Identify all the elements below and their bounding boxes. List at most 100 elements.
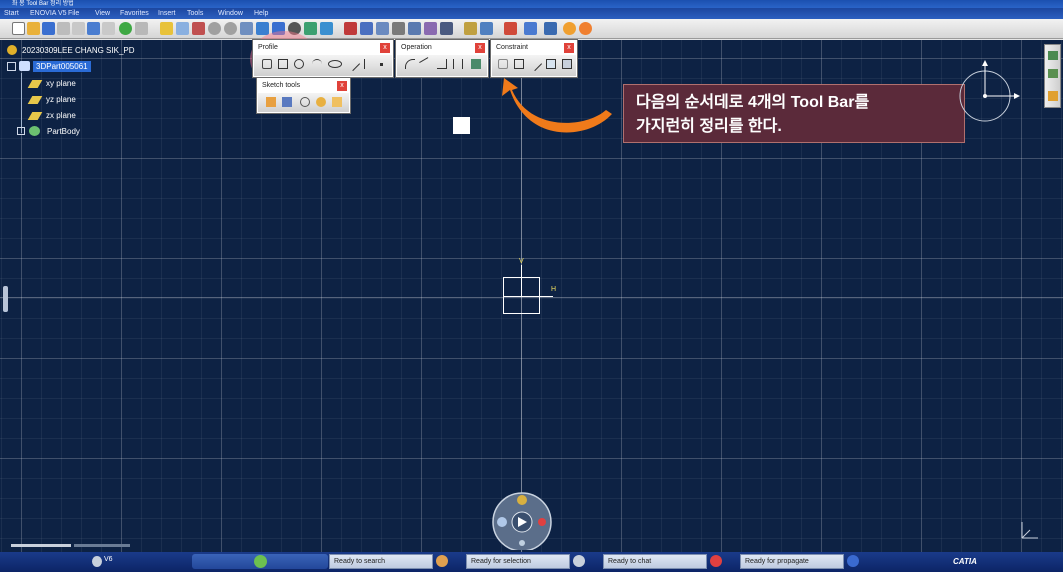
grid-toggle-icon[interactable] — [266, 97, 276, 107]
menu-favorites[interactable]: Favorites — [120, 8, 149, 19]
tree-root-label[interactable]: 20230309LEE CHANG SIK_PD — [22, 46, 135, 55]
sketcher-icon[interactable] — [344, 22, 357, 35]
chamfer-icon[interactable] — [419, 57, 433, 71]
sketch-icon[interactable] — [1048, 51, 1058, 60]
axis-icon[interactable] — [364, 59, 374, 69]
normal-view-icon[interactable] — [240, 22, 253, 35]
undo-icon[interactable] — [87, 22, 100, 35]
sketch-tools-toolbar-title[interactable]: Sketch tools — [258, 79, 349, 93]
redo-icon[interactable] — [102, 22, 115, 35]
operation-toolbar[interactable]: Operation x — [396, 40, 488, 77]
contact-constraint-icon[interactable] — [527, 56, 543, 72]
profile-tool-icon[interactable] — [262, 59, 272, 69]
apply-material-icon[interactable] — [320, 22, 333, 35]
cut-icon[interactable] — [72, 22, 85, 35]
menu-enovia[interactable]: ENOVIA V5 — [30, 8, 67, 19]
iso-view-icon[interactable] — [256, 22, 269, 35]
snap-icon[interactable] — [376, 22, 389, 35]
propagate-icon[interactable] — [847, 555, 859, 567]
rectangle-icon[interactable] — [278, 59, 288, 69]
selection-icon[interactable] — [573, 555, 585, 567]
chat-icon[interactable] — [710, 555, 722, 567]
measure-icon[interactable] — [464, 22, 477, 35]
status-search[interactable]: Ready to search — [329, 554, 433, 569]
sketch-tools-close-button[interactable]: x — [337, 81, 347, 91]
menu-file[interactable]: File — [68, 8, 79, 19]
operation-close-button[interactable]: x — [475, 43, 485, 53]
fit-all-icon[interactable] — [160, 22, 173, 35]
auto-constraint-icon[interactable] — [562, 59, 572, 69]
new-icon[interactable] — [12, 22, 25, 35]
tree-item-xy-plane[interactable]: xy plane — [46, 79, 76, 88]
horizontal-scroll-track[interactable] — [74, 544, 130, 547]
workbench-icon[interactable] — [1048, 91, 1058, 101]
profile-close-button[interactable]: x — [380, 43, 390, 53]
project-3d-icon[interactable] — [471, 59, 481, 69]
render-icon[interactable] — [579, 22, 592, 35]
fix-together-icon[interactable] — [546, 59, 556, 69]
constraint-close-button[interactable]: x — [564, 43, 574, 53]
inertia-icon[interactable] — [480, 22, 493, 35]
analysis-icon[interactable] — [440, 22, 453, 35]
mirror-icon[interactable] — [453, 59, 463, 69]
circle-icon[interactable] — [294, 59, 304, 69]
construction-element-icon[interactable] — [300, 97, 310, 107]
menu-window[interactable]: Window — [218, 8, 243, 19]
tree-item-zx-plane[interactable]: zx plane — [46, 111, 76, 120]
horizontal-scroll-thumb[interactable] — [11, 544, 71, 547]
profile-toolbar-title[interactable]: Profile — [254, 41, 392, 55]
status-propagate[interactable]: Ready for propagate — [740, 554, 844, 569]
light-icon[interactable] — [563, 22, 576, 35]
dimensional-constraint-toggle-icon[interactable] — [332, 97, 342, 107]
constraint-toolbar[interactable]: Constraint x — [491, 40, 577, 77]
print-icon[interactable] — [57, 22, 70, 35]
sketch-tools-toolbar[interactable]: Sketch tools x — [257, 78, 350, 113]
compass-small-icon[interactable] — [92, 556, 102, 567]
trim-icon[interactable] — [437, 59, 447, 69]
pan-icon[interactable] — [176, 22, 189, 35]
catalog-icon[interactable] — [544, 22, 557, 35]
status-selection[interactable]: Ready for selection — [466, 554, 570, 569]
zoom-out-icon[interactable] — [224, 22, 237, 35]
compass-wheel-icon[interactable] — [490, 490, 554, 550]
operation-toolbar-title[interactable]: Operation — [397, 41, 487, 55]
compass-icon[interactable] — [956, 60, 1022, 126]
exit-workbench-icon[interactable] — [504, 22, 517, 35]
menu-insert[interactable]: Insert — [158, 8, 176, 19]
save-icon[interactable] — [42, 22, 55, 35]
panel-collapse-handle[interactable] — [3, 286, 8, 312]
constraint-icon[interactable] — [514, 59, 524, 69]
menu-help[interactable]: Help — [254, 8, 268, 19]
snap-to-point-icon[interactable] — [282, 97, 292, 107]
part-icon[interactable] — [524, 22, 537, 35]
expand-toggle-icon[interactable] — [17, 127, 25, 135]
geometric-constraints-icon[interactable] — [408, 22, 421, 35]
help-icon[interactable] — [135, 22, 148, 35]
spline-icon[interactable] — [312, 59, 322, 69]
construction-icon[interactable] — [392, 22, 405, 35]
rotate-icon[interactable] — [192, 22, 205, 35]
search-icon[interactable] — [436, 555, 448, 567]
menu-start[interactable]: Start — [4, 8, 19, 19]
status-chat[interactable]: Ready to chat — [603, 554, 707, 569]
line-icon[interactable] — [345, 56, 361, 72]
expand-toggle-icon[interactable] — [7, 62, 16, 71]
exit-sketch-icon[interactable] — [1048, 69, 1058, 78]
constraint-dialog-icon[interactable] — [498, 59, 508, 69]
dimensional-constraints-icon[interactable] — [424, 22, 437, 35]
corner-icon[interactable] — [405, 59, 415, 69]
menu-view[interactable]: View — [95, 8, 110, 19]
tree-item-partbody[interactable]: PartBody — [47, 127, 80, 136]
profile-toolbar[interactable]: Profile x — [253, 40, 393, 77]
tree-part-label[interactable]: 3DPart005061 — [33, 61, 91, 72]
grid-icon[interactable] — [360, 22, 373, 35]
globe-icon[interactable] — [119, 22, 132, 35]
menu-tools[interactable]: Tools — [187, 8, 203, 19]
point-icon[interactable] — [380, 63, 383, 66]
zoom-in-icon[interactable] — [208, 22, 221, 35]
swap-visible-icon[interactable] — [304, 22, 317, 35]
community-icon[interactable] — [254, 555, 267, 568]
open-icon[interactable] — [27, 22, 40, 35]
tree-item-yz-plane[interactable]: yz plane — [46, 95, 76, 104]
ellipse-icon[interactable] — [328, 60, 342, 68]
